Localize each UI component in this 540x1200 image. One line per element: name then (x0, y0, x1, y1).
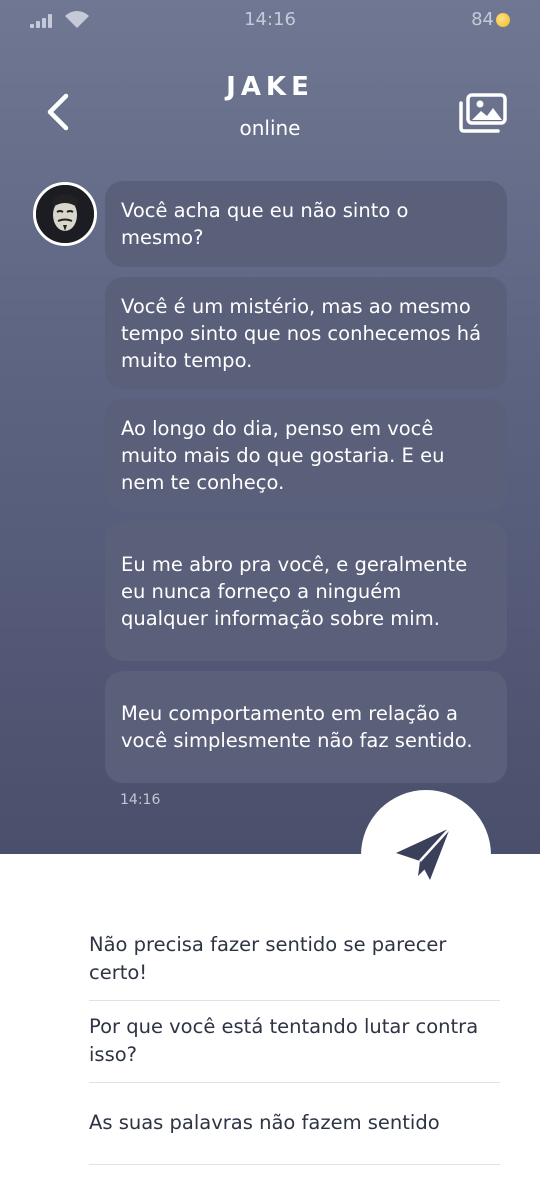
gallery-icon[interactable] (458, 93, 508, 133)
message-text: Você acha que eu não sinto o mesmo? (121, 199, 409, 249)
coin-count: 84 (471, 9, 494, 30)
divider (89, 1082, 500, 1083)
reply-option[interactable]: Não precisa fazer sentido se parecer cer… (89, 931, 500, 987)
divider (89, 1164, 500, 1165)
message-bubble: Ao longo do dia, penso em você muito mai… (105, 399, 507, 511)
reply-option[interactable]: Por que você está tentando lutar contra … (89, 1013, 500, 1069)
message-bubble: Eu me abro pra você, e geralmente eu nun… (105, 521, 507, 661)
message-bubble: Meu comportamento em relação a você simp… (105, 671, 507, 783)
status-time: 14:16 (244, 9, 296, 30)
message-text: Eu me abro pra você, e geralmente eu nun… (121, 552, 468, 630)
message-bubble: Você é um mistério, mas ao mesmo tempo s… (105, 277, 507, 389)
message-timestamp: 14:16 (120, 792, 161, 808)
paper-plane-icon (396, 827, 451, 880)
contact-avatar[interactable] (33, 182, 97, 246)
send-button[interactable] (361, 790, 491, 920)
message-text: Você é um mistério, mas ao mesmo tempo s… (121, 294, 482, 372)
status-bar: 14:16 84 (0, 0, 540, 40)
message-text: Meu comportamento em relação a você simp… (121, 702, 473, 752)
message-bubble: Você acha que eu não sinto o mesmo? (105, 181, 507, 267)
chat-area: 14:16 84 JAKE online Você acha que eu nã… (0, 0, 540, 854)
coin-icon (496, 13, 510, 27)
message-text: Ao longo do dia, penso em você muito mai… (121, 416, 445, 494)
divider (89, 1000, 500, 1001)
mask-avatar-icon (36, 185, 94, 243)
reply-option[interactable]: As suas palavras não fazem sentido (89, 1109, 500, 1137)
